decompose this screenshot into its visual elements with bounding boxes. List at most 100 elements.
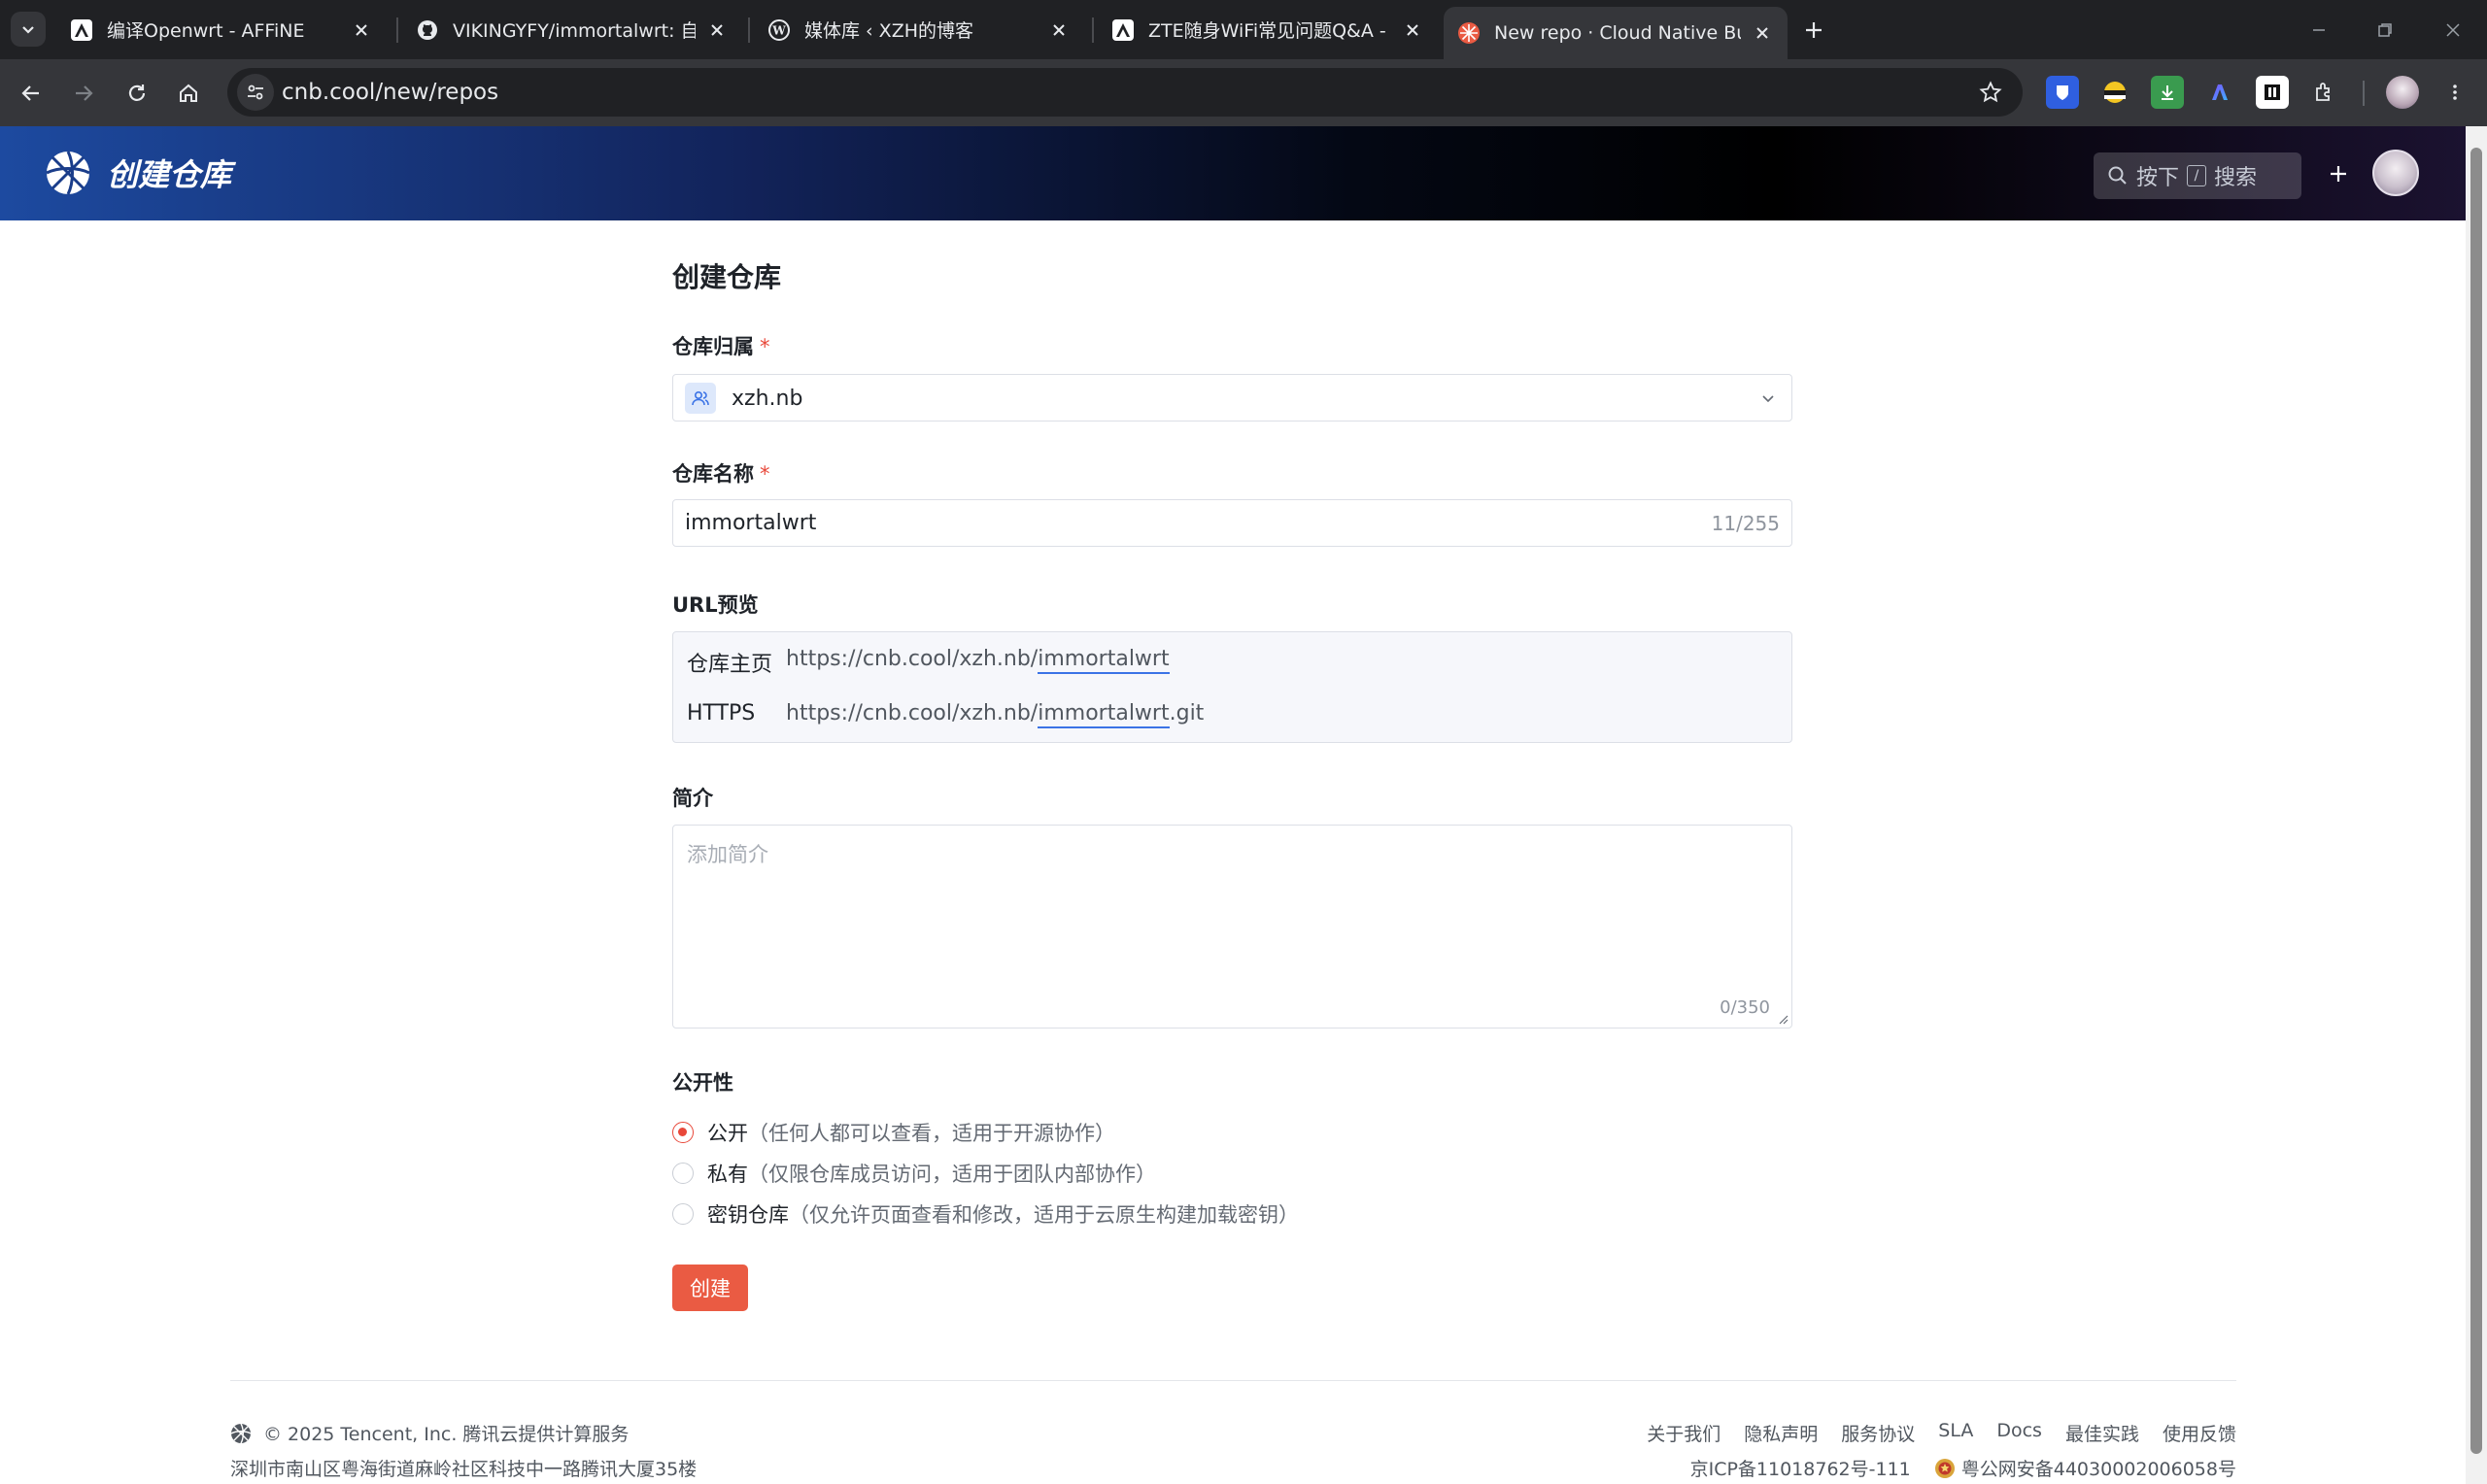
cnb-logo-icon — [1457, 21, 1481, 45]
footer-link-best-practices[interactable]: 最佳实践 — [2065, 1420, 2139, 1446]
close-window-button[interactable] — [2436, 14, 2470, 47]
tab-github[interactable]: VIKINGYFY/immortalwrt: 自用 — [402, 7, 742, 52]
radio-private[interactable] — [672, 1163, 694, 1184]
tab-title: New repo · Cloud Native Buil — [1494, 22, 1741, 44]
police-badge-icon — [1934, 1458, 1955, 1478]
police-record-link[interactable]: 粤公网安备44030002006058号 — [1961, 1455, 2236, 1481]
close-icon[interactable] — [1401, 18, 1424, 42]
extension-bitwarden[interactable] — [2046, 76, 2079, 109]
search-icon — [2108, 166, 2127, 185]
tab-affine[interactable]: 编译Openwrt - AFFiNE — [56, 7, 387, 52]
close-icon[interactable] — [705, 18, 729, 42]
url-https-prefix: https://cnb.cool/xzh.nb/ — [786, 701, 1039, 725]
close-icon[interactable] — [350, 18, 373, 42]
required-mark: * — [760, 462, 770, 486]
minimize-icon — [2313, 29, 2325, 31]
create-button[interactable]: 创建 — [672, 1265, 748, 1311]
tab-cnb-active[interactable]: New repo · Cloud Native Buil — [1444, 7, 1788, 59]
visibility-option-secret[interactable]: 密钥仓库 （仅允许页面查看和修改，适用于云原生构建加载密钥） — [672, 1199, 1299, 1229]
puzzle-icon — [2316, 83, 2330, 101]
tab-title: 编译Openwrt - AFFiNE — [107, 20, 305, 42]
visibility-option-private[interactable]: 私有 （仅限仓库成员访问，适用于团队内部协作） — [672, 1159, 1156, 1188]
user-avatar[interactable] — [2372, 150, 2419, 196]
close-icon[interactable] — [1751, 21, 1774, 45]
tab-separator — [1092, 17, 1094, 43]
page-scrollbar[interactable] — [2466, 126, 2487, 1484]
extension-gradient[interactable] — [2203, 76, 2236, 109]
url-home-key: 仓库主页 — [687, 653, 773, 677]
repo-name-value[interactable]: immortalwrt — [685, 511, 816, 535]
plus-icon — [1806, 22, 1822, 38]
arrow-left-icon — [21, 85, 39, 101]
icp-link[interactable]: 京ICP备11018762号-111 — [1690, 1455, 1911, 1481]
address-bar[interactable]: cnb.cool/new/repos — [227, 68, 2023, 117]
site-header: 创建仓库 按下 / 搜索 — [0, 126, 2466, 220]
visibility-private-hint: （仅限仓库成员访问，适用于团队内部协作） — [748, 1163, 1156, 1186]
visibility-public-label: 公开 — [707, 1122, 748, 1145]
url-preview-label: URL预览 — [672, 593, 759, 617]
required-mark: * — [760, 335, 770, 358]
extension-reader[interactable] — [2256, 76, 2289, 109]
restore-button[interactable] — [2368, 14, 2402, 47]
github-icon — [416, 18, 439, 42]
tab-wordpress[interactable]: W 媒体库 ‹ XZH的博客 — [754, 7, 1084, 52]
url-text[interactable]: cnb.cool/new/repos — [282, 80, 498, 105]
profile-avatar[interactable] — [2386, 76, 2419, 109]
plus-icon — [2331, 166, 2346, 182]
url-home-repo: immortalwrt — [1038, 647, 1170, 674]
bookmark-button[interactable] — [1976, 78, 2005, 107]
tab-search-button[interactable] — [11, 12, 46, 47]
arrow-right-icon — [76, 85, 93, 101]
extension-coin[interactable] — [2098, 76, 2131, 109]
home-button[interactable] — [170, 75, 207, 112]
description-textarea[interactable]: 添加简介 0/350 — [672, 825, 1792, 1029]
search-shortcut-key: / — [2187, 165, 2207, 186]
footer-link-about[interactable]: 关于我们 — [1647, 1420, 1720, 1446]
browser-menu-button[interactable] — [2438, 76, 2471, 109]
radio-secret[interactable] — [672, 1203, 694, 1225]
tab-title: ZTE随身WiFi常见问题Q&A - A — [1148, 20, 1391, 42]
forward-button[interactable] — [65, 75, 102, 112]
footer-link-sla[interactable]: SLA — [1938, 1420, 1973, 1446]
copyright-text: © 2025 Tencent, Inc. 腾讯云提供计算服务 — [263, 1424, 630, 1445]
owner-select[interactable]: xzh.nb — [672, 374, 1792, 422]
footer-link-feedback[interactable]: 使用反馈 — [2163, 1420, 2236, 1446]
close-icon[interactable] — [1047, 18, 1071, 42]
star-icon — [1979, 81, 2002, 103]
back-button[interactable] — [13, 75, 50, 112]
extension-download[interactable] — [2151, 76, 2184, 109]
repo-name-label: 仓库名称 * — [672, 458, 770, 488]
create-new-button[interactable] — [2322, 157, 2355, 190]
brand[interactable]: 创建仓库 — [45, 150, 231, 196]
restore-icon — [2378, 23, 2392, 37]
svg-text:W: W — [771, 23, 786, 37]
tab-separator — [396, 17, 398, 43]
page-title: 创建仓库 — [672, 261, 782, 293]
tab-zte[interactable]: ZTE随身WiFi常见问题Q&A - A — [1098, 7, 1438, 52]
browser-toolbar: cnb.cool/new/repos — [0, 59, 2487, 126]
url-home-row: 仓库主页 https://cnb.cool/xzh.nb/immortalwrt — [687, 647, 1170, 678]
footer-address: 深圳市南山区粤海街道麻岭社区科技中一路腾讯大厦35楼 — [230, 1459, 698, 1480]
site-info-button[interactable] — [237, 74, 274, 111]
affine-icon — [70, 18, 93, 42]
footer-link-terms[interactable]: 服务协议 — [1841, 1420, 1915, 1446]
url-home-prefix: https://cnb.cool/xzh.nb/ — [786, 647, 1039, 671]
description-counter: 0/350 — [1720, 997, 1770, 1018]
repo-name-input[interactable]: immortalwrt 11/255 — [672, 499, 1792, 547]
scrollbar-thumb[interactable] — [2470, 148, 2482, 1454]
footer-link-docs[interactable]: Docs — [1996, 1420, 2042, 1446]
description-placeholder: 添加简介 — [687, 843, 768, 866]
more-vertical-icon — [2453, 84, 2457, 100]
visibility-option-public[interactable]: 公开 （任何人都可以查看，适用于开源协作） — [672, 1118, 1115, 1147]
resize-handle-icon[interactable] — [1777, 1013, 1789, 1025]
radio-public[interactable] — [672, 1122, 694, 1143]
footer-link-privacy[interactable]: 隐私声明 — [1744, 1420, 1818, 1446]
new-tab-button[interactable] — [1797, 14, 1830, 47]
extensions-button[interactable] — [2308, 76, 2341, 109]
minimize-button[interactable] — [2302, 14, 2335, 47]
shield-icon — [2057, 85, 2068, 100]
global-search[interactable]: 按下 / 搜索 — [2094, 152, 2301, 199]
browser-tab-bar: 编译Openwrt - AFFiNE VIKINGYFY/immortalwrt… — [0, 0, 2487, 59]
reload-button[interactable] — [119, 75, 155, 112]
tab-separator — [748, 17, 750, 43]
